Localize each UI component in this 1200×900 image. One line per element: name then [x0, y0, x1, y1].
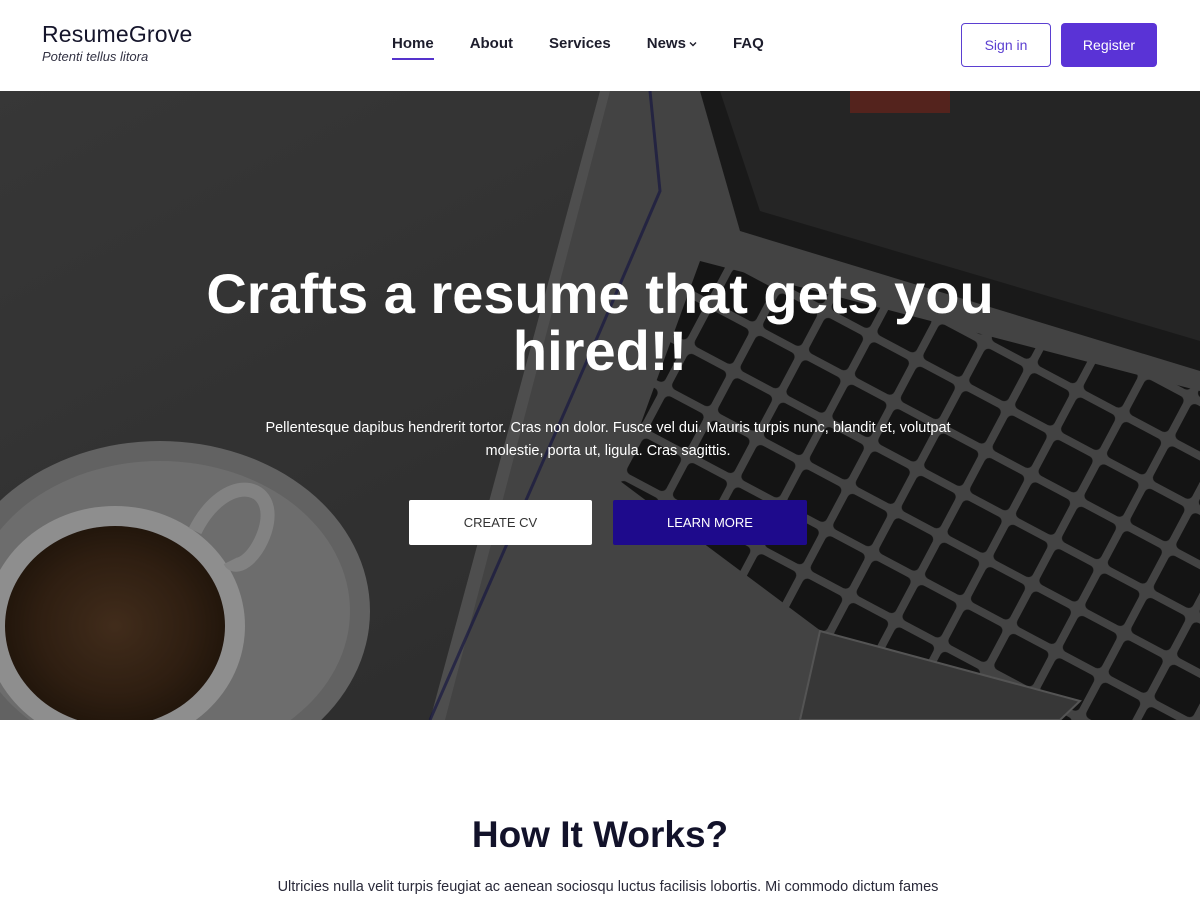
chevron-down-icon [689, 42, 697, 47]
nav-item-label: Services [549, 35, 611, 52]
nav-item-label: About [469, 35, 514, 52]
create-cv-button[interactable]: CREATE CV [409, 500, 592, 545]
nav-item-about[interactable]: About [470, 34, 513, 54]
register-button[interactable]: Register [1061, 23, 1157, 67]
hero-overlay [0, 91, 1200, 720]
brand-tagline: Potenti tellus litora [42, 49, 149, 64]
how-it-works-title: How It Works? [471, 814, 729, 855]
hero-title: Crafts a resume that gets you hired!! [206, 262, 994, 382]
how-it-works-text: Ultricies nulla velit turpis feugiat ac … [277, 879, 939, 895]
nav-item-services[interactable]: Services [549, 34, 611, 54]
signin-button[interactable]: Sign in [961, 23, 1051, 67]
site-header: ResumeGrove Potenti tellus litora Home A… [0, 0, 1200, 91]
nav-item-label: Home [392, 35, 434, 52]
nav-item-news[interactable]: News [647, 34, 697, 54]
learn-more-button[interactable]: LEARN MORE [613, 500, 807, 545]
nav-item-label: FAQ [732, 35, 764, 52]
nav-item-faq[interactable]: FAQ [733, 34, 764, 54]
hero-description: Pellentesque dapibus hendrerit tortor. C… [265, 420, 951, 459]
nav-item-home[interactable]: Home [392, 34, 434, 60]
main-nav: Home About Services News FAQ [392, 34, 800, 60]
brand-name[interactable]: ResumeGrove [42, 20, 192, 48]
brand[interactable]: ResumeGrove Potenti tellus litora [42, 20, 192, 64]
nav-item-label: News [646, 35, 686, 52]
hero-section: Crafts a resume that gets you hired!! Pe… [0, 91, 1200, 720]
